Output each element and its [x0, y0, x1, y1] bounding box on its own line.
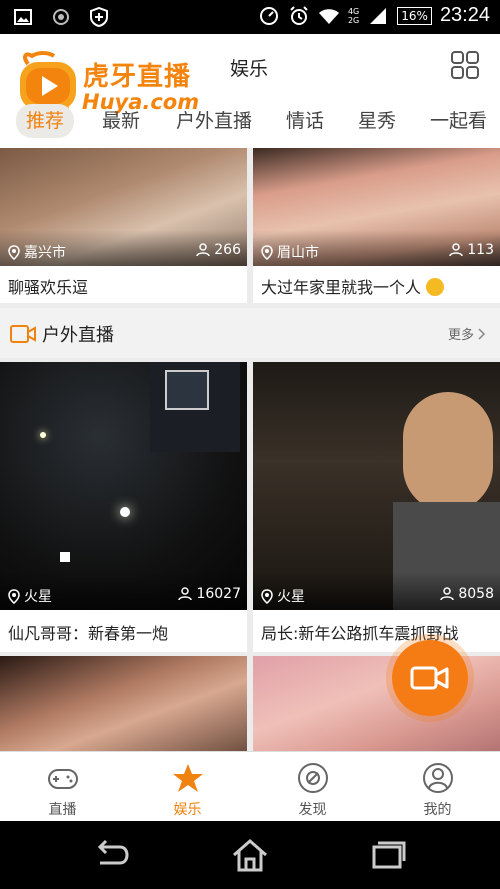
clock: 23:24	[439, 4, 490, 26]
user-icon	[178, 587, 193, 601]
user-icon	[449, 243, 464, 257]
stream-title: 大过年家里就我一个人	[261, 274, 445, 298]
nav-me[interactable]: 我的	[375, 752, 500, 822]
tab-star-show[interactable]: 星秀	[358, 104, 396, 138]
tab-outdoor[interactable]: 户外直播	[176, 104, 252, 138]
nav-label: 发现	[298, 802, 327, 818]
video-camera-icon	[410, 666, 449, 690]
section-header-outdoor: 户外直播 更多	[0, 308, 500, 358]
tab-love-talk[interactable]: 情话	[286, 104, 324, 138]
location-pin-icon	[8, 588, 20, 604]
battery-level: 16%	[397, 6, 432, 25]
start-live-button[interactable]	[392, 640, 468, 716]
location-label: 火星	[24, 589, 52, 605]
sync-icon	[50, 6, 72, 28]
location-pin-icon	[261, 244, 273, 260]
stream-thumbnail: 火星 8058	[253, 362, 500, 610]
system-nav-bar	[0, 821, 500, 889]
viewer-count: 113	[449, 242, 494, 258]
location: 火星	[261, 586, 305, 606]
net-2g-label: 2G	[347, 15, 360, 25]
bottom-nav: 直播 娱乐 发现 我的	[0, 751, 500, 822]
viewer-count-label: 8058	[458, 586, 494, 602]
nav-label: 直播	[48, 802, 77, 818]
location: 嘉兴市	[8, 242, 66, 262]
signal-icon	[367, 5, 389, 27]
live-card[interactable]: 火星 16027 仙凡哥哥：新春第一炮	[0, 362, 247, 652]
nav-entertainment[interactable]: 娱乐	[125, 752, 250, 822]
wifi-icon	[318, 5, 340, 27]
location-pin-icon	[8, 244, 20, 260]
image-icon	[12, 6, 34, 28]
home-button[interactable]	[230, 837, 270, 873]
star-icon	[173, 764, 203, 792]
location-label: 嘉兴市	[24, 245, 66, 261]
speedometer-icon	[258, 5, 280, 27]
tab-recommend[interactable]: 推荐	[16, 104, 75, 138]
alarm-icon	[288, 5, 310, 27]
location-pin-icon	[261, 588, 273, 604]
compass-icon	[298, 763, 328, 793]
recents-button[interactable]	[368, 837, 408, 873]
shield-icon	[88, 6, 110, 28]
recents-icon	[372, 841, 406, 869]
location: 火星	[8, 586, 52, 606]
status-bar: 4G 2G 16% 23:24	[0, 0, 500, 34]
section-title: 户外直播	[42, 325, 114, 346]
stream-thumbnail	[0, 656, 247, 751]
location-label: 眉山市	[277, 245, 319, 261]
live-card[interactable]: 眉山市 113 大过年家里就我一个人	[253, 148, 500, 303]
net-4g-label: 4G	[347, 6, 360, 16]
nav-live[interactable]: 直播	[0, 752, 125, 822]
stream-title-text: 大过年家里就我一个人	[261, 278, 422, 297]
logo-title: 虎牙直播	[83, 62, 192, 92]
back-icon	[97, 839, 129, 865]
video-camera-icon	[10, 325, 36, 343]
network-type: 4G 2G	[348, 7, 359, 25]
stream-title: 仙凡哥哥：新春第一炮	[8, 624, 169, 643]
viewer-count-label: 113	[467, 242, 494, 258]
stream-title: 聊骚欢乐逗	[8, 278, 89, 297]
live-card[interactable]: 嘉兴市 266 聊骚欢乐逗	[0, 148, 247, 303]
user-icon	[423, 763, 453, 793]
user-icon	[440, 587, 455, 601]
page-title: 娱乐	[230, 58, 269, 80]
stream-thumbnail: 火星 16027	[0, 362, 247, 610]
location-label: 火星	[277, 589, 305, 605]
emoji-icon	[426, 278, 445, 296]
tab-latest[interactable]: 最新	[102, 104, 140, 138]
more-link[interactable]: 更多	[448, 324, 486, 343]
tab-watch-together[interactable]: 一起看	[430, 104, 487, 138]
chevron-right-icon	[478, 327, 486, 340]
location: 眉山市	[261, 242, 319, 262]
app-header: 虎牙直播 Huya.com 娱乐 推荐 最新 户外直播 情话 星秀 一起看	[0, 34, 500, 148]
viewer-count: 8058	[440, 586, 494, 602]
user-icon	[196, 243, 211, 257]
viewer-count-label: 266	[214, 242, 241, 258]
live-card[interactable]: 火星 8058 局长:新年公路抓车震抓野战	[253, 362, 500, 652]
category-grid-button[interactable]	[450, 50, 480, 80]
category-tabs: 推荐 最新 户外直播 情话 星秀 一起看	[0, 104, 500, 144]
back-button[interactable]	[92, 837, 132, 873]
home-icon	[233, 839, 267, 872]
stream-thumbnail: 嘉兴市 266	[0, 148, 247, 266]
viewer-count-label: 16027	[196, 586, 241, 602]
stream-thumbnail: 眉山市 113	[253, 148, 500, 266]
more-label: 更多	[447, 328, 474, 343]
nav-discover[interactable]: 发现	[250, 752, 375, 822]
nav-label: 我的	[423, 802, 452, 818]
live-card[interactable]	[0, 656, 247, 751]
viewer-count: 266	[196, 242, 241, 258]
grid-icon	[451, 51, 479, 79]
nav-label: 娱乐	[173, 802, 202, 818]
viewer-count: 16027	[178, 586, 241, 602]
gamepad-icon	[48, 769, 78, 789]
